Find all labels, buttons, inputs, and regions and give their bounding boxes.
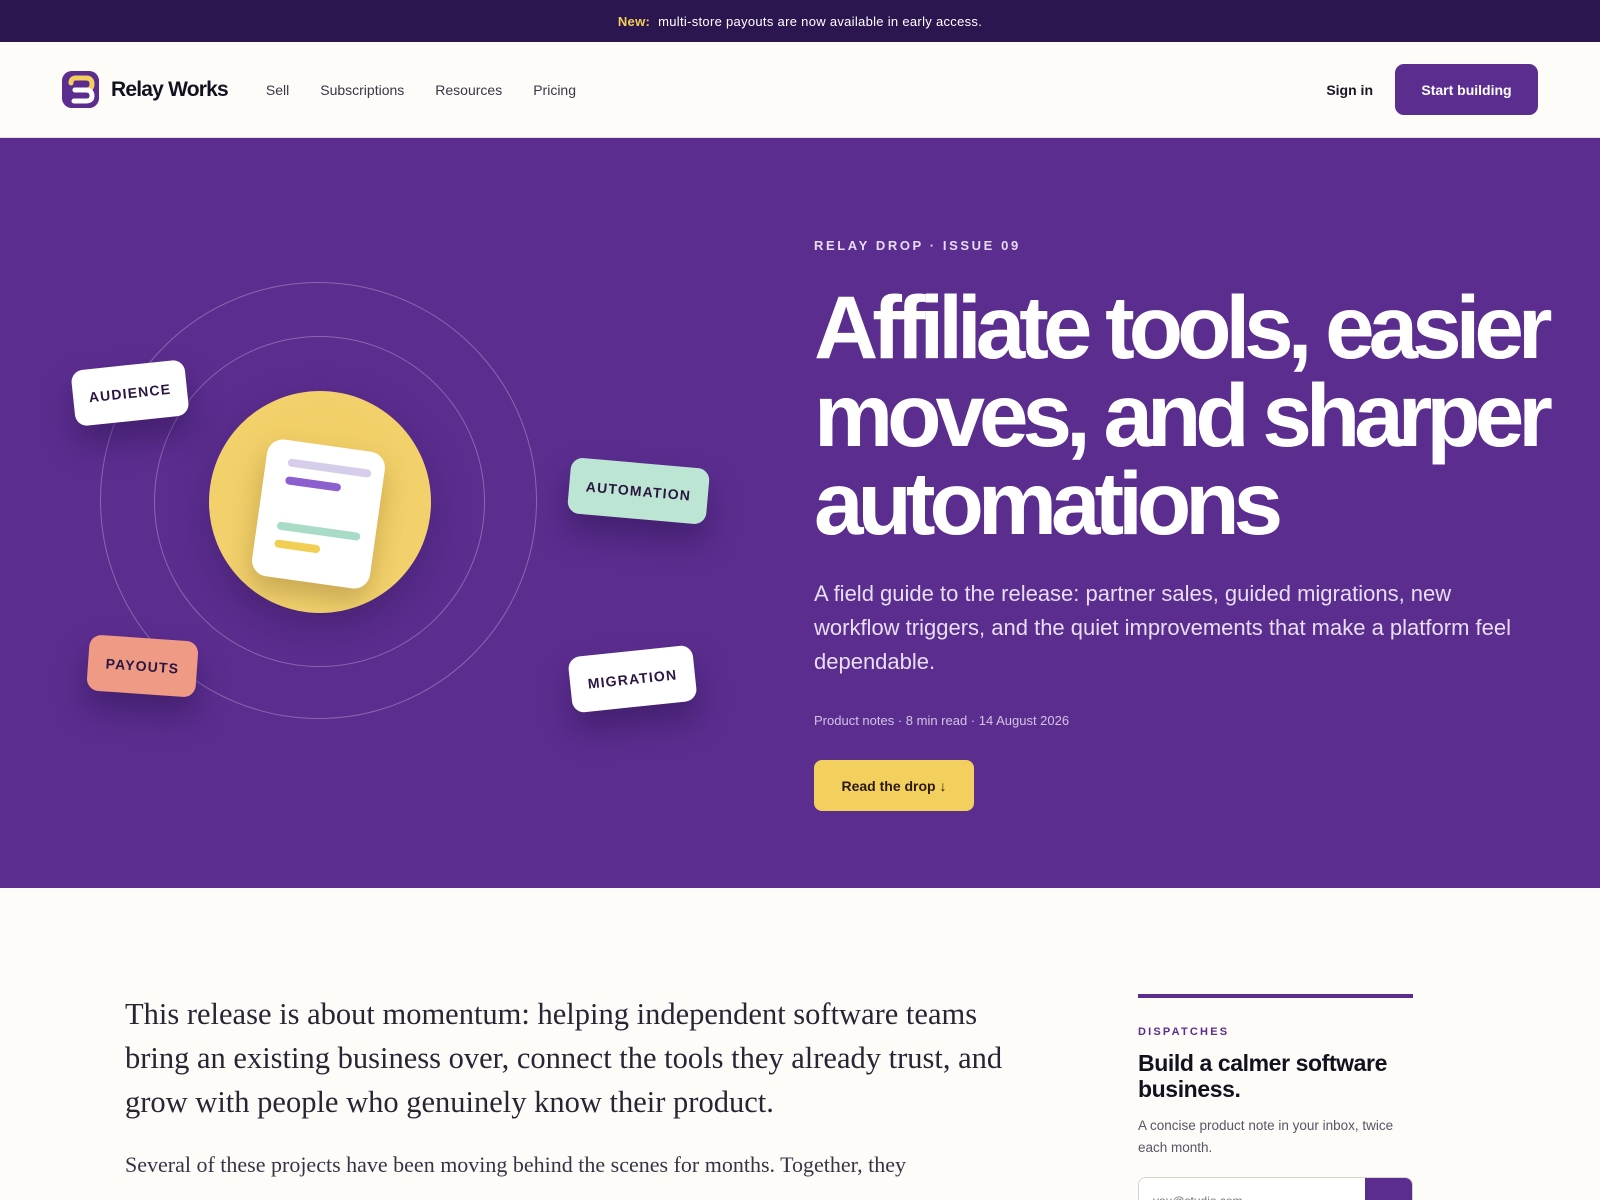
automation-tag: AUTOMATION (566, 457, 711, 525)
dispatches-signup: DISPATCHES Build a calmer software busin… (1138, 994, 1413, 1200)
dispatches-title: Build a calmer software business. (1138, 1050, 1387, 1102)
audience-tag: AUDIENCE (70, 359, 190, 427)
nav-item-subscriptions[interactable]: Subscriptions (320, 82, 404, 98)
hero-dek: A field guide to the release: partner sa… (814, 581, 1511, 674)
migration-tag: MIGRATION (567, 644, 698, 714)
brand-link[interactable]: Relay Works (62, 71, 229, 108)
main-nav: Sell Subscriptions Resources Pricing (266, 82, 576, 98)
headline-line-3: automations (814, 453, 1283, 553)
header-actions: Sign in Start building (1326, 64, 1538, 115)
sign-in-link[interactable]: Sign in (1326, 82, 1373, 98)
announcement-badge: New: (617, 13, 651, 29)
site-header: Relay Works Sell Subscriptions Resources… (0, 42, 1600, 138)
submit-arrow-button[interactable]: → (1365, 1178, 1412, 1200)
relay-logo-icon (62, 71, 99, 108)
article-lede: This release is about momentum: helping … (125, 997, 1003, 1119)
article-section: This release is about momentum: helping … (0, 888, 1600, 1200)
article-meta: Product notes · 8 min read · 14 August 2… (814, 713, 1070, 728)
headline-line-2: moves, and sharper (814, 365, 1553, 465)
dispatches-description: A concise product note in your inbox, tw… (1138, 1118, 1394, 1155)
hero-copy: RELAY DROP · ISSUE 09 Affiliate tools, e… (814, 238, 1554, 811)
article-body: Several of these projects have been movi… (125, 1152, 906, 1177)
nav-item-sell[interactable]: Sell (266, 82, 289, 98)
email-field[interactable] (1139, 1178, 1365, 1200)
payouts-tag: PAYOUTS (86, 634, 199, 698)
hero-headline: Affiliate tools, easier moves, and sharp… (814, 277, 1554, 553)
nav-item-pricing[interactable]: Pricing (533, 82, 576, 98)
start-building-button[interactable]: Start building (1395, 64, 1538, 115)
announcement-bar: New: multi-store payouts are now availab… (0, 0, 1600, 42)
document-card-icon (249, 437, 388, 591)
nav-item-resources[interactable]: Resources (435, 82, 502, 98)
read-the-drop-button[interactable]: Read the drop ↓ (814, 760, 974, 811)
arrow-right-icon: → (1379, 1190, 1399, 1200)
signup-form: → (1138, 1177, 1413, 1200)
headline-line-1: Affiliate tools, easier (814, 277, 1553, 377)
hero-section: AUDIENCE AUTOMATION PAYOUTS MIGRATION RE… (0, 138, 1600, 888)
dispatches-label: DISPATCHES (1138, 1026, 1230, 1038)
announcement-text[interactable]: multi-store payouts are now available in… (658, 14, 982, 29)
issue-eyebrow: RELAY DROP · ISSUE 09 (814, 238, 1021, 253)
brand-name: Relay Works (111, 77, 229, 101)
